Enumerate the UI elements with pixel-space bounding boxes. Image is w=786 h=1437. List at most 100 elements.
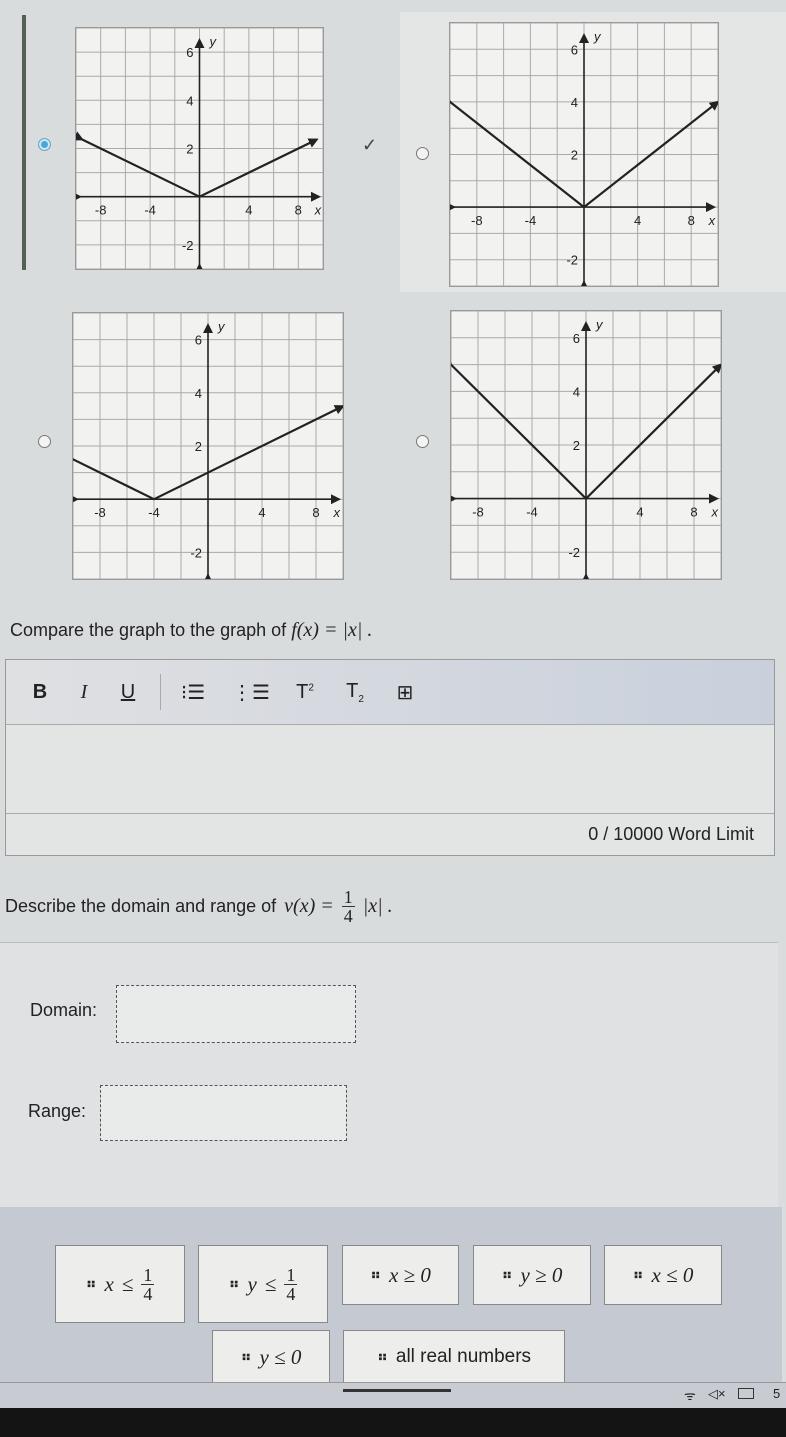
- function-v-left: v(x) =: [284, 895, 334, 917]
- chip-var: y: [247, 1271, 257, 1296]
- drag-handle-icon: ⠶: [632, 1267, 644, 1283]
- mute-icon[interactable]: ◁×: [708, 1386, 726, 1402]
- function-v-right: |x| .: [362, 895, 393, 917]
- bulleted-list-icon[interactable]: ⁝☰: [171, 680, 215, 705]
- prompt-text: Describe the domain and range of: [5, 896, 277, 916]
- chip-text: all real numbers: [395, 1346, 532, 1367]
- y-tick-label: -2: [182, 238, 194, 253]
- x-tick-label: 8: [690, 505, 697, 520]
- selection-bar: [22, 15, 26, 270]
- question3-prompt: Describe the domain and range of v(x) = …: [5, 888, 393, 925]
- toolbar-divider: [160, 674, 161, 710]
- y-tick-label: 2: [571, 148, 578, 163]
- domain-drop-zone[interactable]: [116, 985, 356, 1043]
- y-tick-label: 2: [573, 438, 580, 453]
- drag-handle-icon: ⠶: [85, 1276, 97, 1292]
- chip-x-ge-0[interactable]: ⠶ x ≥ 0: [342, 1245, 459, 1305]
- table-icon[interactable]: ⊞: [383, 680, 427, 705]
- option-b-radio[interactable]: [416, 147, 429, 160]
- chip-all-real-numbers[interactable]: ⠶ all real numbers: [343, 1330, 565, 1384]
- check-icon: ✓: [362, 135, 378, 155]
- x-tick-label: -8: [95, 203, 107, 218]
- y-tick-label: 4: [186, 93, 193, 108]
- range-drop-zone[interactable]: [100, 1085, 347, 1141]
- drag-handle-icon: ⠶: [240, 1349, 252, 1365]
- chip-text: y ≤ 0: [259, 1344, 302, 1369]
- function-f: f(x) = |x| .: [291, 619, 373, 641]
- italic-button[interactable]: I: [62, 681, 106, 704]
- fraction: 14: [341, 888, 355, 926]
- chip-op: ≤: [121, 1271, 134, 1296]
- x-axis-label: x: [314, 203, 322, 218]
- x-axis-label: x: [333, 505, 341, 520]
- numerator: 1: [141, 1264, 155, 1285]
- taskbar: ᯤ ◁× 5: [0, 1382, 786, 1409]
- y-tick-label: 4: [195, 386, 202, 401]
- x-tick-label: -8: [94, 505, 106, 520]
- x-tick-label: -8: [471, 213, 483, 228]
- drag-handle-icon: ⠶: [370, 1267, 382, 1283]
- x-axis-label: x: [711, 505, 719, 520]
- chip-x-le-quarter[interactable]: ⠶ x ≤ 14: [55, 1245, 185, 1323]
- y-tick-label: 6: [573, 331, 580, 346]
- drag-handle-icon: ⠶: [376, 1349, 388, 1365]
- chip-var: x: [104, 1271, 114, 1296]
- option-d-radio[interactable]: [416, 435, 429, 448]
- y-axis-label: y: [209, 34, 218, 49]
- chip-y-ge-0[interactable]: ⠶ y ≥ 0: [473, 1245, 591, 1305]
- y-tick-label: 6: [186, 45, 193, 60]
- y-tick-label: 4: [571, 95, 578, 110]
- chip-fraction: 14: [284, 1264, 298, 1303]
- y-tick-label: -2: [190, 545, 202, 560]
- graph-option-c: -8 -4 4 8 6 4 2 -2 x y: [72, 312, 344, 580]
- x-axis-label: x: [708, 213, 716, 228]
- prompt-text: Compare the graph to the graph of: [10, 620, 287, 640]
- x-tick-label: 4: [245, 203, 252, 218]
- chip-y-le-quarter[interactable]: ⠶ y ≤ 14: [198, 1245, 328, 1323]
- bold-button[interactable]: B: [18, 681, 62, 704]
- x-tick-label: 8: [295, 203, 302, 218]
- drag-handle-icon: ⠶: [228, 1276, 240, 1292]
- x-tick-label: 8: [688, 213, 695, 228]
- underline-button[interactable]: U: [106, 681, 150, 704]
- x-tick-label: -4: [526, 505, 538, 520]
- graph-option-b: -8 -4 4 8 6 4 2 -2 x y: [449, 22, 719, 287]
- x-tick-label: -4: [148, 505, 160, 520]
- graph-option-a: -8 -4 4 8 6 4 2 -2 x y: [75, 27, 324, 270]
- chip-y-le-0[interactable]: ⠶ y ≤ 0: [212, 1330, 330, 1384]
- option-c-radio[interactable]: [38, 435, 51, 448]
- x-tick-label: 8: [312, 505, 319, 520]
- y-tick-label: 6: [195, 333, 202, 348]
- chip-text: x ≥ 0: [389, 1262, 431, 1287]
- denominator: 4: [143, 1283, 153, 1304]
- drag-handle-icon: ⠶: [501, 1267, 513, 1283]
- x-tick-label: 4: [634, 213, 641, 228]
- chip-fraction: 14: [141, 1264, 155, 1304]
- answer-bank: ⠶ x ≤ 14 ⠶ y ≤ 14 ⠶ x ≥ 0 ⠶ y ≥ 0 ⠶ x ≤ 0 ⠶ y …: [0, 1207, 782, 1384]
- subscript-icon[interactable]: T2: [333, 680, 377, 705]
- x-tick-label: -8: [472, 505, 484, 520]
- x-tick-label: 4: [636, 505, 643, 520]
- numbered-list-icon[interactable]: ⋮☰: [229, 680, 273, 705]
- home-indicator[interactable]: [343, 1389, 451, 1392]
- chip-op: ≤: [264, 1271, 277, 1296]
- numerator: 1: [284, 1264, 298, 1285]
- y-tick-label: 6: [571, 42, 578, 57]
- y-axis-label: y: [593, 29, 602, 44]
- y-tick-label: 2: [186, 142, 193, 157]
- option-a-radio[interactable]: [38, 138, 51, 151]
- x-tick-label: 4: [258, 505, 265, 520]
- y-axis-label: y: [595, 317, 604, 332]
- chip-text: y ≥ 0: [520, 1262, 563, 1287]
- superscript-icon[interactable]: T2: [283, 681, 327, 704]
- denominator: 4: [343, 906, 353, 926]
- y-tick-label: -2: [566, 253, 578, 268]
- chip-x-le-0[interactable]: ⠶ x ≤ 0: [604, 1245, 722, 1305]
- wifi-icon[interactable]: ᯤ: [684, 1386, 696, 1404]
- battery-icon[interactable]: [738, 1388, 754, 1399]
- editor-toolbar: B I U ⁝☰ ⋮☰ T2 T2 ⊞: [6, 660, 774, 725]
- answer-textarea[interactable]: [6, 725, 774, 814]
- x-tick-label: -4: [525, 213, 537, 228]
- graph-option-d: -8 -4 4 8 6 4 2 -2 x y: [450, 310, 722, 580]
- x-tick-label: -4: [144, 203, 156, 218]
